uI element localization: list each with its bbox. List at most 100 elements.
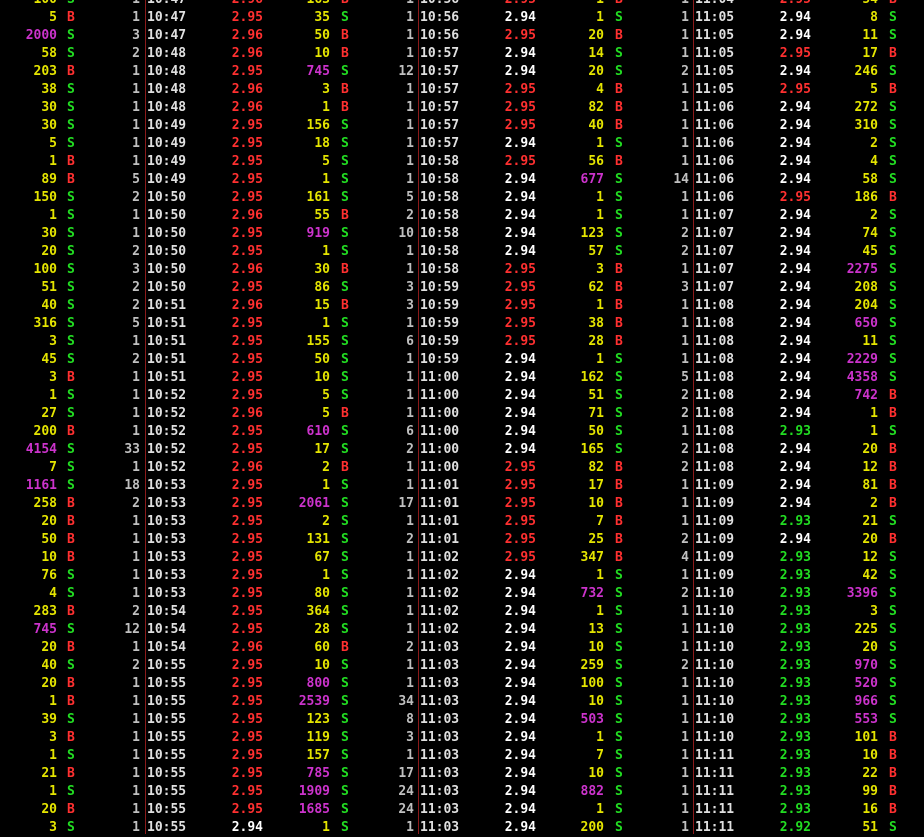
side-cell: S [341, 820, 349, 835]
time-cell: 10:55 [147, 820, 187, 835]
trade-count-cell: 34 [398, 694, 414, 709]
side-cell: S [615, 694, 623, 709]
volume-cell: 258 [33, 496, 57, 511]
trade-count-cell: 1 [681, 352, 689, 367]
time-cell: 11:08 [695, 442, 735, 457]
trade-count-cell: 1 [681, 424, 689, 439]
trade-count-cell: 1 [406, 370, 414, 385]
price-cell: 2.94 [504, 442, 536, 457]
side-cell: S [341, 136, 349, 151]
volume-cell: 21 [862, 514, 878, 529]
side-cell: S [341, 370, 349, 385]
trade-count-cell: 1 [132, 820, 140, 835]
side-cell: S [615, 64, 623, 79]
price-cell: 2.94 [504, 820, 536, 835]
side-cell: B [341, 298, 349, 313]
volume-cell: 165 [580, 442, 604, 457]
time-cell: 11:05 [695, 82, 735, 97]
trade-count-cell: 1 [681, 100, 689, 115]
side-cell: S [889, 370, 897, 385]
price-cell: 2.95 [231, 244, 263, 259]
trade-count-cell: 1 [406, 316, 414, 331]
side-cell: S [67, 388, 75, 403]
side-cell: S [615, 820, 623, 835]
side-cell: S [615, 136, 623, 151]
time-cell: 10:50 [147, 208, 187, 223]
time-cell: 11:01 [420, 532, 460, 547]
time-cell: 10:57 [420, 64, 460, 79]
trade-count-cell: 2 [681, 64, 689, 79]
time-cell: 11:03 [420, 640, 460, 655]
side-cell: S [67, 622, 75, 637]
time-cell: 11:00 [420, 388, 460, 403]
time-cell: 10:58 [420, 244, 460, 259]
side-cell: S [67, 658, 75, 673]
trade-count-cell: 2 [132, 658, 140, 673]
price-cell: 2.94 [779, 478, 811, 493]
volume-cell: 745 [33, 622, 57, 637]
tick-row: 3 B 1 10:51 2.95 10 S 1 11:00 2.94 162 S 5 11:08 2.94 4… [0, 369, 924, 387]
volume-cell: 161 [306, 190, 330, 205]
price-cell: 2.94 [779, 406, 811, 421]
volume-cell: 503 [580, 712, 604, 727]
side-cell: B [889, 82, 897, 97]
time-cell: 11:01 [420, 478, 460, 493]
time-cell: 11:03 [420, 802, 460, 817]
volume-cell: 208 [854, 280, 878, 295]
time-cell: 10:58 [420, 172, 460, 187]
time-cell: 10:57 [420, 100, 460, 115]
price-cell: 2.94 [779, 316, 811, 331]
price-cell: 2.93 [779, 568, 811, 583]
volume-cell: 800 [306, 676, 330, 691]
trade-count-cell: 1 [406, 550, 414, 565]
side-cell: S [889, 262, 897, 277]
time-cell: 11:00 [420, 460, 460, 475]
side-cell: S [889, 568, 897, 583]
side-cell: S [341, 568, 349, 583]
volume-cell: 74 [862, 226, 878, 241]
price-cell: 2.94 [779, 334, 811, 349]
volume-cell: 123 [580, 226, 604, 241]
time-cell: 11:07 [695, 280, 735, 295]
side-cell: S [67, 712, 75, 727]
trade-count-cell: 1 [681, 514, 689, 529]
price-cell: 2.94 [504, 136, 536, 151]
tick-row: 20 B 1 10:54 2.96 60 B 2 11:03 2.94 10 S 1 11:10 2.93 2… [0, 639, 924, 657]
volume-cell: 785 [306, 766, 330, 781]
side-cell: S [341, 586, 349, 601]
price-cell: 2.94 [504, 226, 536, 241]
time-cell: 10:59 [420, 280, 460, 295]
trade-count-cell: 14 [673, 172, 689, 187]
volume-cell: 60 [314, 640, 330, 655]
price-cell: 2.95 [231, 676, 263, 691]
side-cell: S [615, 622, 623, 637]
side-cell: S [341, 118, 349, 133]
volume-cell: 225 [854, 622, 878, 637]
side-cell: S [889, 64, 897, 79]
price-cell: 2.96 [231, 460, 263, 475]
volume-cell: 204 [854, 298, 878, 313]
tick-row: 258 B 2 10:53 2.95 2061 S 17 11:01 2.95 10 B 1 11:09 2… [0, 495, 924, 513]
trade-count-cell: 1 [132, 64, 140, 79]
time-cell: 10:59 [420, 298, 460, 313]
side-cell: S [889, 334, 897, 349]
price-cell: 2.95 [231, 352, 263, 367]
price-cell: 2.94 [779, 64, 811, 79]
tick-row: 89 B 5 10:49 2.95 1 S 1 10:58 2.94 677 S 14 11:06 2.94… [0, 171, 924, 189]
side-cell: S [615, 388, 623, 403]
trade-count-cell: 2 [681, 388, 689, 403]
tick-row: 150 S 2 10:50 2.95 161 S 5 10:58 2.94 1 S 1 11:06 2.95… [0, 189, 924, 207]
volume-cell: 86 [314, 280, 330, 295]
price-cell: 2.94 [504, 388, 536, 403]
side-cell: B [67, 640, 75, 655]
trade-count-cell: 1 [681, 568, 689, 583]
time-cell: 11:07 [695, 208, 735, 223]
price-cell: 2.95 [779, 46, 811, 61]
time-cell: 10:55 [147, 712, 187, 727]
price-cell: 2.93 [779, 784, 811, 799]
side-cell: B [615, 100, 623, 115]
tick-row: 5 S 1 10:49 2.95 18 S 1 10:57 2.94 1 S 1 11:06 2.94 2 S [0, 135, 924, 153]
time-cell: 10:53 [147, 478, 187, 493]
price-cell: 2.96 [231, 640, 263, 655]
price-cell: 2.94 [779, 172, 811, 187]
